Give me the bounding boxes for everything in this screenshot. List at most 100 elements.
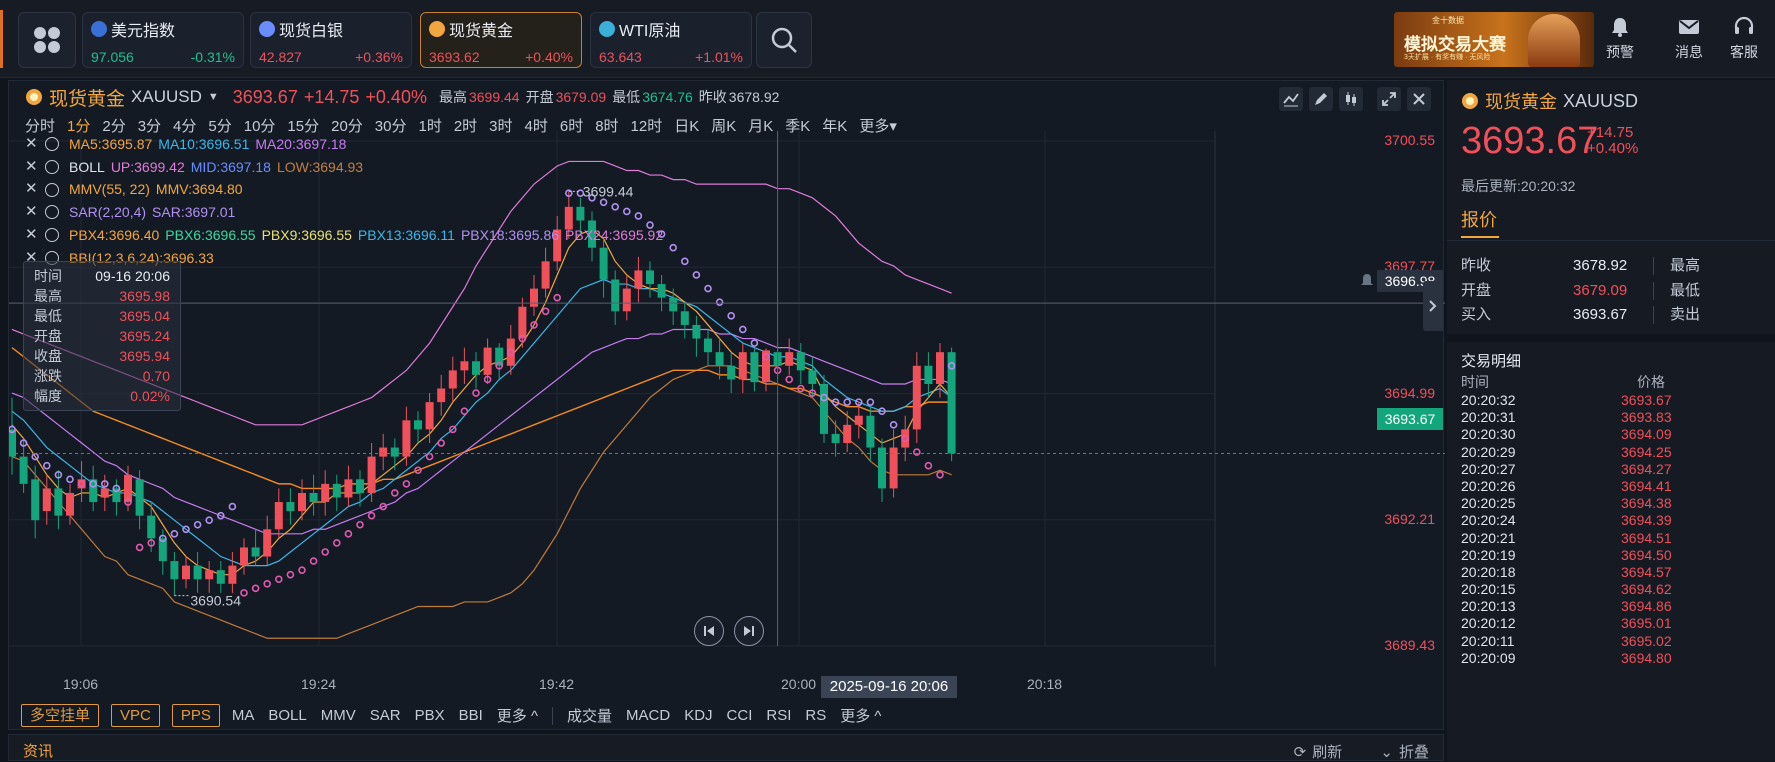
column-divider — [1653, 281, 1654, 300]
quote-card[interactable]: 现货黄金 3693.62 +0.40% — [420, 12, 582, 68]
remove-indicator-icon[interactable]: ✕ — [25, 156, 39, 179]
quote-price: 97.056 — [91, 49, 134, 65]
candle-body — [367, 456, 376, 493]
prev-button[interactable] — [694, 616, 724, 646]
candle-body — [854, 415, 863, 425]
sub-indicator-option[interactable]: 成交量 — [567, 705, 612, 726]
overlay-toggle-button[interactable]: 多空挂单 — [21, 704, 100, 727]
search-button[interactable] — [756, 12, 812, 68]
quote-row: 买入 3693.67 卖出 — [1461, 303, 1775, 328]
overlay-toggle-button[interactable]: VPC — [111, 704, 160, 727]
indicator-settings-icon[interactable] — [45, 228, 59, 243]
indicator-settings-icon[interactable] — [45, 205, 59, 220]
price-alert-icon[interactable] — [1359, 273, 1375, 289]
indicator-row: ✕ BOLL UP:3699.42 MID:3697.18 LOW:3694.93 — [25, 156, 663, 179]
indicator-row: ✕ MA5:3695.87 MA10:3696.51 MA20:3697.18 — [25, 133, 663, 156]
candle-body — [19, 456, 28, 484]
refresh-button[interactable]: 刷新 — [1312, 744, 1342, 761]
main-indicator-option[interactable]: BBI — [459, 707, 483, 724]
quote-key: 买入 — [1461, 306, 1492, 323]
chart-price: 3693.67 — [232, 86, 298, 107]
chart-pct: +0.40% — [365, 86, 427, 107]
sar-dot — [692, 271, 701, 279]
drawing-tool-button[interactable] — [1279, 87, 1303, 111]
quote-card[interactable]: 美元指数 97.056 -0.31% — [82, 12, 244, 68]
quote-card[interactable]: 现货白银 42.827 +0.36% — [250, 12, 412, 68]
sub-indicator-option[interactable]: RSI — [766, 707, 791, 724]
chart-style-button[interactable] — [1339, 87, 1363, 111]
gold-coin-icon — [26, 89, 42, 105]
trade-row: 20:20:21 3694.51 — [1461, 530, 1761, 547]
quote-name-row: 现货黄金 — [429, 17, 573, 41]
sar-dot — [66, 475, 74, 484]
sub-indicator-option[interactable]: RS — [805, 707, 826, 724]
support-button[interactable]: 客服 — [1722, 16, 1766, 62]
candle-body — [425, 402, 434, 430]
quote-change: +1.01% — [695, 49, 743, 65]
sub-indicator-option[interactable]: CCI — [727, 707, 753, 724]
y-tick-label: 3700.55 — [1384, 132, 1435, 148]
x-tick-label: 19:42 — [539, 676, 575, 692]
main-indicator-option[interactable]: SAR — [370, 707, 401, 724]
indicator-settings-icon[interactable] — [45, 137, 59, 152]
main-indicator-option[interactable]: MA — [232, 707, 255, 724]
sar-dot — [924, 461, 933, 470]
indicator-value: MA5:3695.87 — [69, 136, 153, 152]
panel-toggle-button[interactable] — [1423, 281, 1443, 331]
indicator-settings-icon[interactable] — [45, 182, 59, 197]
candle-body — [31, 479, 40, 521]
refresh-icon[interactable]: ⟳ — [1294, 744, 1307, 761]
banner-brand: 金十数据 — [1432, 16, 1464, 25]
chart-symbol-code[interactable]: XAUUSD — [131, 87, 202, 107]
pen-tool-button[interactable] — [1309, 87, 1333, 111]
indicator-value: MA20:3697.18 — [255, 136, 347, 152]
candle-body — [530, 288, 538, 307]
quote-key: 开盘 — [1461, 281, 1492, 299]
candle-body — [263, 529, 272, 557]
main-indicator-option[interactable]: PBX — [415, 707, 445, 724]
indicator-value: PBX24:3695.92 — [565, 226, 664, 243]
quote-panel: 现货黄金 XAUUSD 3693.67 +14.75 +0.40% 最后更新:2… — [1447, 80, 1775, 761]
alert-button[interactable]: 预警 — [1598, 16, 1642, 62]
indicator-row: ✕ SAR(2,20,4) SAR:3697.01 — [25, 201, 663, 224]
message-button[interactable]: 消息 — [1667, 16, 1711, 62]
trade-row: 20:20:18 3694.57 — [1461, 564, 1761, 581]
candle-body — [390, 447, 399, 457]
contest-banner[interactable]: 金十数据 模拟交易大赛 3天扩展 · 有奖有赚 · 无风险 — [1394, 12, 1594, 67]
close-chart-button[interactable] — [1407, 87, 1431, 111]
remove-indicator-icon[interactable]: ✕ — [25, 133, 39, 156]
sub-indicator-option[interactable]: KDJ — [684, 707, 712, 724]
quote-name: 现货黄金 — [449, 23, 514, 40]
remove-indicator-icon[interactable]: ✕ — [25, 178, 39, 201]
menu-grid-button[interactable] — [18, 12, 76, 68]
trade-row: 20:20:29 3694.25 — [1461, 444, 1761, 461]
remove-indicator-icon[interactable]: ✕ — [25, 201, 39, 224]
sar-dot — [866, 398, 875, 406]
main-indicator-option[interactable]: BOLL — [268, 707, 306, 724]
news-title[interactable]: 资讯 — [23, 740, 53, 761]
next-button[interactable] — [734, 616, 764, 646]
fold-icon[interactable]: ⌄ — [1380, 744, 1393, 761]
sar-dot — [170, 530, 179, 538]
quote-card[interactable]: WTI原油 63.643 +1.01% — [590, 12, 752, 68]
symbol-dropdown-icon[interactable]: ▼ — [208, 91, 219, 103]
main-indicator-option[interactable]: 更多 ^ — [497, 705, 538, 726]
sub-indicator-option[interactable]: 更多 ^ — [840, 705, 881, 726]
main-indicator-option[interactable]: MMV — [321, 707, 356, 724]
fold-button[interactable]: 折叠 — [1399, 744, 1429, 761]
tab-quote[interactable]: 报价 — [1461, 206, 1497, 232]
indicator-settings-icon[interactable] — [45, 160, 59, 175]
y-tick-label: 3694.99 — [1384, 384, 1435, 401]
tab-underline — [1461, 236, 1499, 238]
expand-button[interactable] — [1377, 87, 1401, 111]
overlay-toggle-button[interactable]: PPS — [171, 704, 220, 727]
chart-symbol-name[interactable]: 现货黄金 — [49, 84, 125, 111]
trade-time: 20:20:21 — [1461, 529, 1516, 546]
remove-indicator-icon[interactable]: ✕ — [25, 224, 39, 247]
sub-indicator-option[interactable]: MACD — [626, 707, 670, 724]
crosshair-tooltip: 时间 09-16 20:06 最高 3695.98 最低 3695.04 开盘 3695.24… — [23, 261, 181, 411]
trade-time: 20:20:31 — [1461, 409, 1516, 426]
quote-value: 3678.92 — [1573, 257, 1628, 274]
banner-subtitle: 3天扩展 · 有奖有赚 · 无风险 — [1404, 54, 1491, 61]
sar-dot — [936, 470, 944, 479]
